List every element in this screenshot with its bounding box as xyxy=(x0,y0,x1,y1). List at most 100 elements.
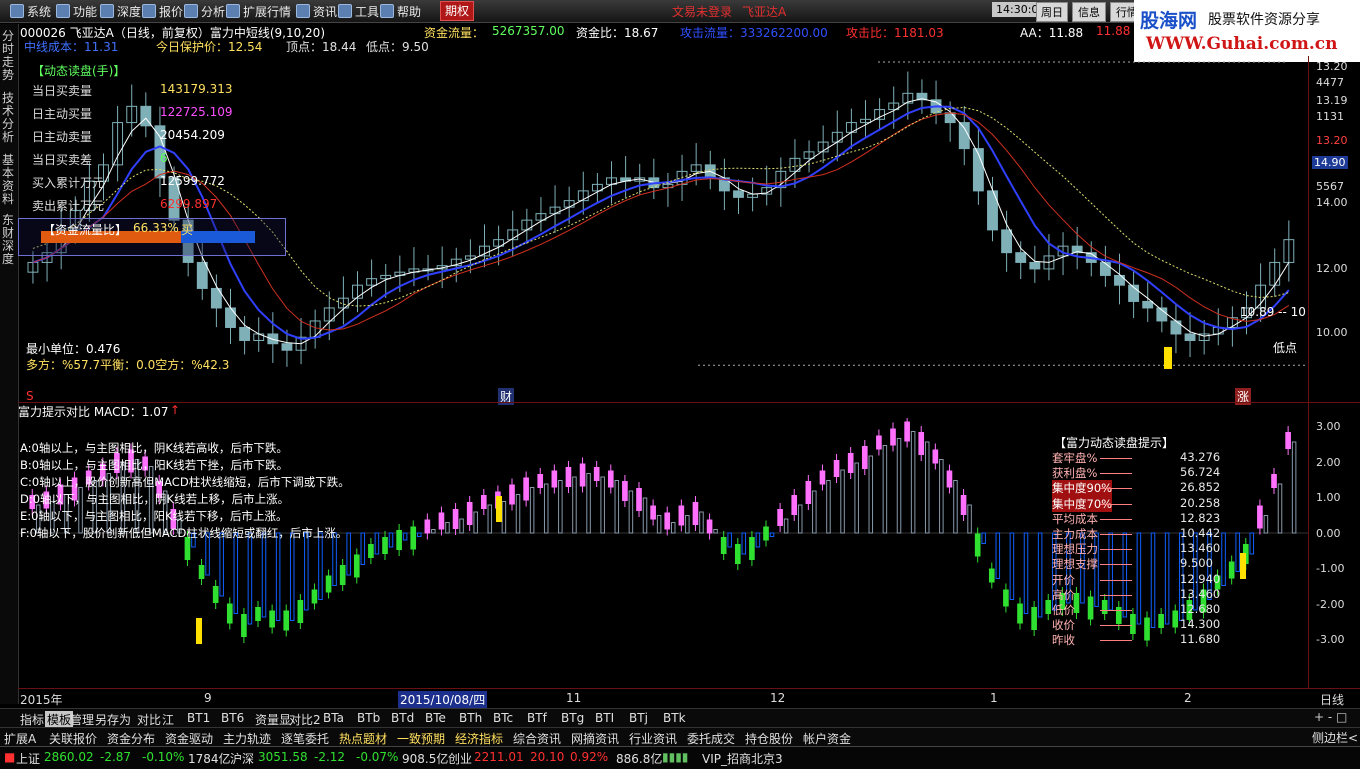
tab-fundamental[interactable]: 基本资料 xyxy=(2,154,16,206)
indicator-tab[interactable]: BTh xyxy=(459,711,482,725)
signal-bar xyxy=(918,432,925,455)
indicator-tab[interactable]: BT1 xyxy=(187,711,210,725)
macd-bar xyxy=(685,515,690,534)
login-status[interactable]: 文易未登录 xyxy=(672,3,732,20)
macd-bar xyxy=(360,532,366,565)
macd-bar xyxy=(840,469,845,534)
zoom-controls[interactable]: + - □ xyxy=(1314,710,1347,724)
flow-ratio-suffix: 买 xyxy=(181,223,194,237)
dynamic-row-label: 理想压力 xyxy=(1052,542,1098,557)
macd-bar xyxy=(1221,532,1226,586)
hint-line: C:0轴以上，股价创新高但MACD柱状线缩短，后市下调或下跌。 xyxy=(20,475,350,489)
macd-tick: -3.00 xyxy=(1316,633,1345,646)
sidebar-toggle[interactable]: 侧边栏< xyxy=(1312,729,1358,746)
signal-bar xyxy=(861,446,868,469)
macd-bar xyxy=(953,480,958,534)
indicator-tab[interactable]: BTI xyxy=(595,711,614,725)
extension-tab[interactable]: 资金分布 xyxy=(107,730,155,747)
indicator-tab[interactable]: BTa xyxy=(323,711,344,725)
extension-tab[interactable]: 行业资讯 xyxy=(629,730,677,747)
indicator-tab[interactable]: BTk xyxy=(663,711,686,725)
extension-tab[interactable]: 帐户资金 xyxy=(803,730,851,747)
indicator-tab[interactable]: 模板 xyxy=(45,711,74,728)
signal-bar xyxy=(890,428,896,446)
menu-item-label: 分析 xyxy=(201,5,226,19)
extension-tab[interactable]: 热点题材 xyxy=(339,730,387,747)
extension-tab[interactable]: 一致预期 xyxy=(397,730,445,747)
menu-icon xyxy=(338,4,352,18)
menu-item[interactable]: 分析 xyxy=(184,3,225,20)
indicator-tab[interactable]: BTc xyxy=(493,711,513,725)
menu-item[interactable]: 工具 xyxy=(338,3,379,20)
indicator-tab[interactable]: BTg xyxy=(561,711,584,725)
sz-label[interactable]: 沪深 xyxy=(230,750,254,767)
signal-icon: ▮▮▮▮ xyxy=(662,750,689,764)
menu-item[interactable]: 深度 xyxy=(100,3,141,20)
indicator-tab[interactable]: BTf xyxy=(527,711,547,725)
menu-item-label: 扩展行情 xyxy=(243,5,292,19)
menu-item-label: 工具 xyxy=(355,5,380,19)
signal-bar xyxy=(1257,505,1263,529)
macd-bar xyxy=(459,518,464,534)
period-label[interactable]: 日线 xyxy=(1320,691,1344,708)
macd-bar xyxy=(741,532,747,555)
server-name[interactable]: VIP_招商北京3 xyxy=(702,750,783,767)
extension-tab[interactable]: 持仓股份 xyxy=(745,730,793,747)
extension-tab[interactable]: 综合资讯 xyxy=(513,730,561,747)
indicator-tab[interactable]: BTj xyxy=(629,711,648,725)
extension-tab[interactable]: 资金驱动 xyxy=(165,730,213,747)
signal-bar xyxy=(833,460,840,477)
mid-cost: 中线成本：11.31 xyxy=(24,40,119,54)
indicator-tab[interactable]: 对比2 xyxy=(289,711,321,728)
extension-tab[interactable]: 主力轨迹 xyxy=(223,730,271,747)
tab-depth[interactable]: 东财深度 xyxy=(2,214,16,266)
extension-tab[interactable]: 扩展A xyxy=(4,730,36,747)
extension-tab[interactable]: 网摘资讯 xyxy=(571,730,619,747)
dynamic-row-line xyxy=(1100,610,1132,611)
stock-name-top: 飞亚达A xyxy=(742,5,787,19)
macd-bar xyxy=(896,438,902,534)
fund-flow-label: 资金流量： xyxy=(424,26,485,40)
signal-bar xyxy=(1130,614,1136,634)
extension-tab-bar: 扩展A 关联报价 资金分布 资金驱动 主力轨迹 逐笔委托 热点题材 一致预期 经济指标 综合资讯网… xyxy=(0,727,1360,748)
tab-intraday[interactable]: 分时走势 xyxy=(2,30,16,82)
menu-item[interactable]: 系统 xyxy=(10,3,51,20)
extension-tab[interactable]: 委托成交 xyxy=(687,730,735,747)
indicator-tab[interactable]: 资量显 xyxy=(255,711,291,728)
menu-item[interactable]: 报价 xyxy=(142,3,183,20)
tab-technical[interactable]: 技术分析 xyxy=(2,92,16,144)
sh-label[interactable]: 上证 xyxy=(16,750,40,767)
indicator-tab[interactable]: 管理 xyxy=(70,711,94,728)
indicator-tab[interactable]: BT6 xyxy=(221,711,244,725)
signal-bar xyxy=(424,519,431,534)
signal-bar xyxy=(1017,603,1023,624)
menu-item[interactable]: 帮助 xyxy=(380,3,421,20)
extension-tab[interactable]: 经济指标 xyxy=(455,730,503,747)
indicator-tab[interactable]: BTd xyxy=(391,711,414,725)
extension-tab[interactable]: 关联报价 xyxy=(49,730,97,747)
dynamic-row-line xyxy=(1100,534,1132,535)
indicator-tab[interactable]: 江 xyxy=(162,711,174,728)
signal-bar xyxy=(339,565,346,585)
menu-item[interactable]: 扩展行情 xyxy=(226,3,291,20)
menu-item[interactable]: 资讯 xyxy=(296,3,337,20)
indicator-tab[interactable]: 另存为 xyxy=(95,711,131,728)
info-button[interactable]: 信息 xyxy=(1072,2,1106,22)
indicator-tab[interactable]: BTe xyxy=(425,711,446,725)
menu-icon xyxy=(56,4,70,18)
dynamic-row-label: 高价 xyxy=(1052,587,1075,602)
indicator-tab[interactable]: 指标 xyxy=(20,711,44,728)
indicator-tab[interactable]: BTb xyxy=(357,711,380,725)
signal-bar xyxy=(946,470,953,488)
extension-tab[interactable]: 逐笔委托 xyxy=(281,730,329,747)
dynamic-row-value: 14.300 xyxy=(1180,617,1221,632)
menu-item[interactable]: 功能 xyxy=(56,3,97,20)
signal-bar xyxy=(1031,607,1037,630)
options-button[interactable]: 期权 xyxy=(440,1,474,21)
cy-label[interactable]: 创业 xyxy=(448,750,472,767)
macd-bar xyxy=(614,480,620,534)
cy-amount: 886.8亿 xyxy=(616,752,663,766)
dynamic-panel-title: 【富力动态读盘提示】 xyxy=(1054,436,1175,450)
signal-bar xyxy=(382,537,388,554)
indicator-tab[interactable]: 对比 xyxy=(137,711,161,728)
